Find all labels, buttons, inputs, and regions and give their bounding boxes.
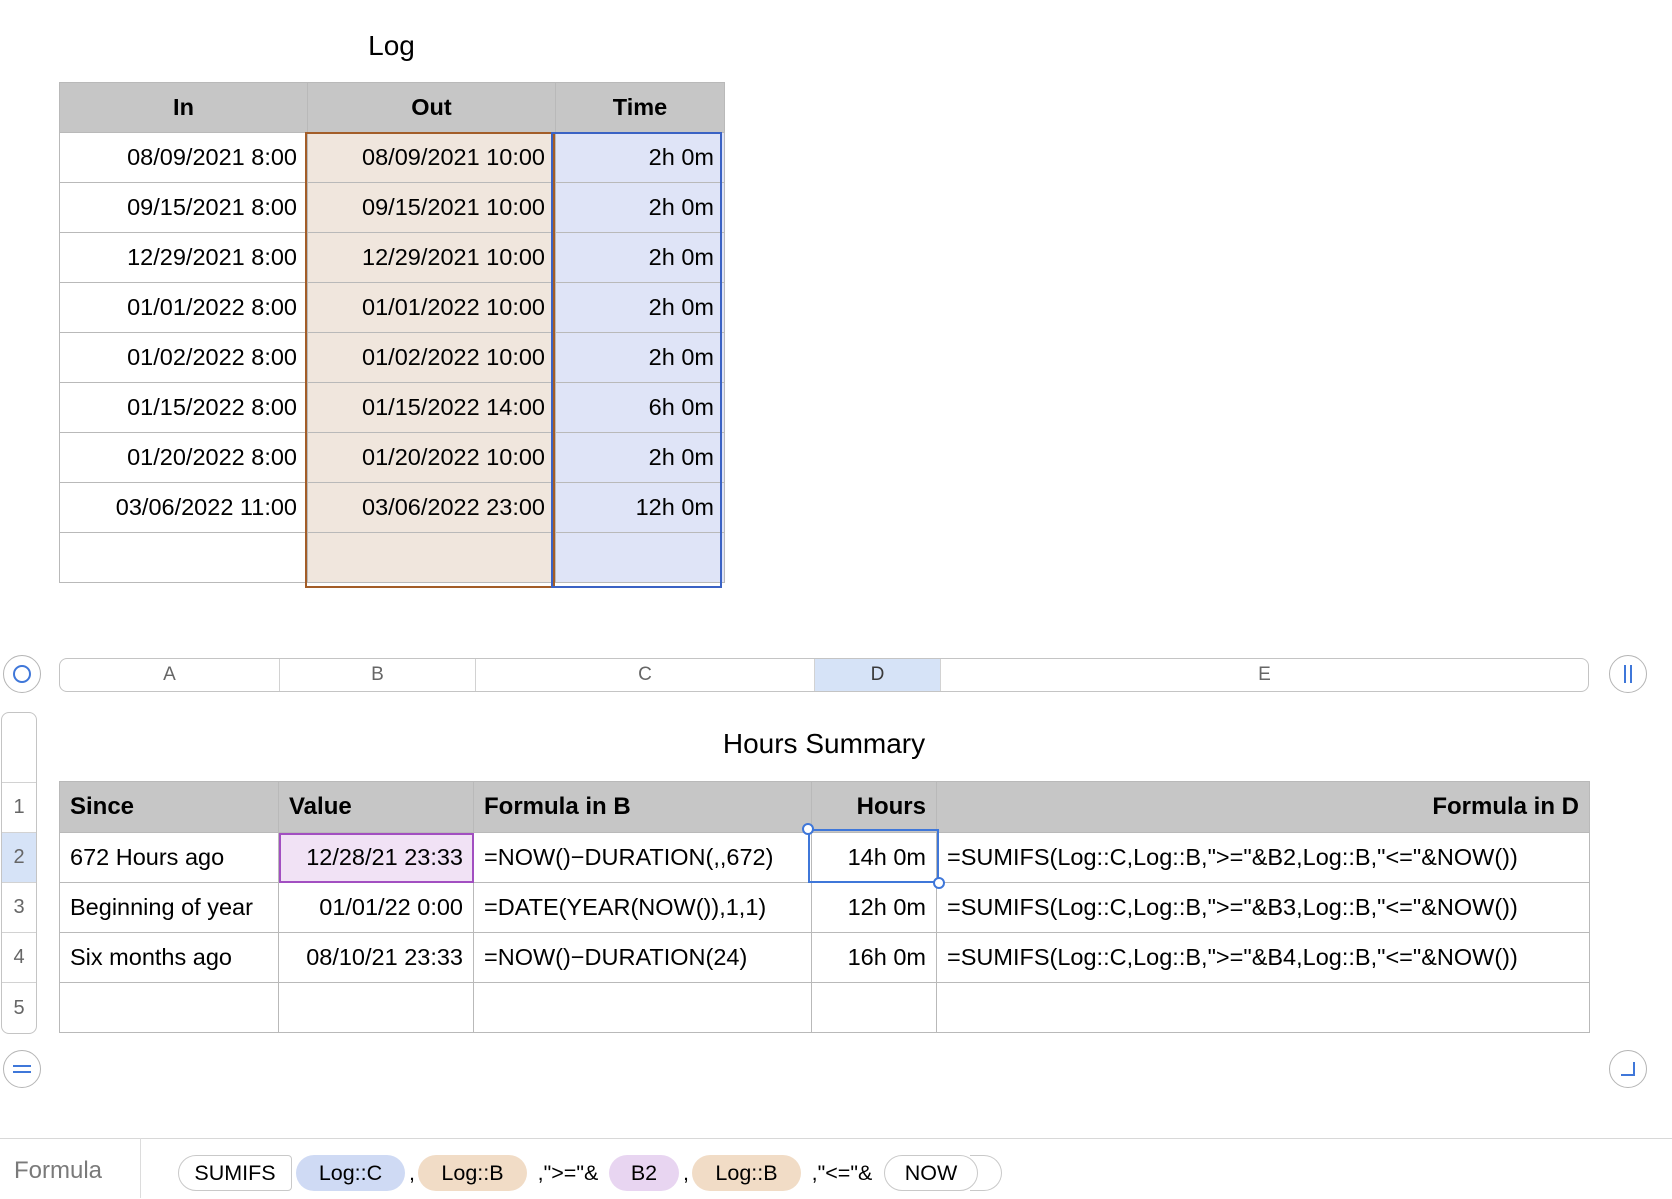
- row-header-2[interactable]: 2: [2, 832, 36, 882]
- summary-header-row: Since Value Formula in B Hours Formula i…: [59, 781, 1590, 833]
- summary-cell-since[interactable]: 672 Hours ago: [59, 832, 279, 883]
- table-row: Beginning of year 01/01/22 0:00 =DATE(YE…: [59, 882, 1590, 933]
- select-table-icon: [13, 665, 31, 683]
- summary-cell-formula-d[interactable]: =SUMIFS(Log::C,Log::B,">="&B3,Log::B,"<=…: [936, 882, 1590, 933]
- summary-header-value[interactable]: Value: [278, 781, 474, 833]
- row-header-1[interactable]: 1: [2, 782, 36, 832]
- formula-text-comma: ,: [409, 1160, 415, 1185]
- log-cell-in[interactable]: [59, 532, 308, 583]
- log-header-out[interactable]: Out: [307, 82, 556, 133]
- resize-table-button[interactable]: [1609, 1050, 1647, 1088]
- resize-table-icon: [1621, 1062, 1635, 1076]
- formula-token-log-b[interactable]: Log::B: [418, 1155, 527, 1191]
- log-c-reference-outline: [551, 132, 722, 588]
- log-table-title: Log: [368, 30, 415, 61]
- formula-token-now[interactable]: NOW: [884, 1155, 978, 1191]
- row-header-3[interactable]: 3: [2, 882, 36, 932]
- column-header-a[interactable]: A: [60, 659, 280, 691]
- summary-cell-since[interactable]: Six months ago: [59, 932, 279, 983]
- summary-cell-since[interactable]: [59, 982, 279, 1033]
- hours-summary-table: Since Value Formula in B Hours Formula i…: [59, 781, 1590, 1033]
- pause-columns-button[interactable]: [1609, 655, 1647, 693]
- column-header-b[interactable]: B: [280, 659, 476, 691]
- select-table-button[interactable]: [3, 655, 41, 693]
- summary-cell-formula-b[interactable]: =DATE(YEAR(NOW()),1,1): [473, 882, 812, 933]
- summary-cell-formula-b[interactable]: =NOW()−DURATION(24): [473, 932, 812, 983]
- formula-token-b2[interactable]: B2: [609, 1155, 679, 1191]
- summary-cell-hours[interactable]: 12h 0m: [811, 882, 937, 933]
- selection-handle-top[interactable]: [802, 823, 814, 835]
- log-cell-in[interactable]: 03/06/2022 11:00: [59, 482, 308, 533]
- formula-token-log-c[interactable]: Log::C: [296, 1155, 405, 1191]
- row-header-bar: 1 2 3 4 5: [1, 712, 37, 1034]
- add-rows-button[interactable]: [3, 1050, 41, 1088]
- row-header-5[interactable]: 5: [2, 982, 36, 1033]
- summary-cell-formula-d[interactable]: =SUMIFS(Log::C,Log::B,">="&B4,Log::B,"<=…: [936, 932, 1590, 983]
- log-header-time[interactable]: Time: [555, 82, 725, 133]
- formula-text-gte: ,">="&: [537, 1160, 599, 1185]
- summary-cell-hours[interactable]: 16h 0m: [811, 932, 937, 983]
- formula-text-comma: ,: [683, 1160, 689, 1185]
- selection-handle-bottom[interactable]: [933, 877, 945, 889]
- pause-columns-icon: [1624, 665, 1632, 683]
- summary-cell-hours[interactable]: [811, 982, 937, 1033]
- log-cell-in[interactable]: 01/20/2022 8:00: [59, 432, 308, 483]
- active-cell-outline: [808, 829, 939, 883]
- log-cell-in[interactable]: 01/02/2022 8:00: [59, 332, 308, 383]
- summary-cell-formula-b[interactable]: =NOW()−DURATION(,,672): [473, 832, 812, 883]
- summary-cell-value[interactable]: [278, 982, 474, 1033]
- row-header-4[interactable]: 4: [2, 932, 36, 982]
- summary-header-since[interactable]: Since: [59, 781, 279, 833]
- formula-label: Formula: [14, 1157, 103, 1184]
- summary-cell-formula-b[interactable]: [473, 982, 812, 1033]
- log-header-in[interactable]: In: [59, 82, 308, 133]
- summary-header-hours[interactable]: Hours: [811, 781, 937, 833]
- summary-cell-value[interactable]: 08/10/21 23:33: [278, 932, 474, 983]
- formula-token-sumifs[interactable]: SUMIFS: [178, 1155, 292, 1191]
- log-b-reference-outline: [305, 132, 555, 588]
- formula-token-log-b[interactable]: Log::B: [692, 1155, 801, 1191]
- formula-text-lte: ,"<="&: [811, 1160, 873, 1185]
- summary-cell-value[interactable]: 01/01/22 0:00: [278, 882, 474, 933]
- log-cell-in[interactable]: 01/15/2022 8:00: [59, 382, 308, 433]
- formula-divider: [140, 1138, 141, 1198]
- log-cell-in[interactable]: 01/01/2022 8:00: [59, 282, 308, 333]
- add-rows-icon: [13, 1065, 31, 1073]
- summary-header-formula-b[interactable]: Formula in B: [473, 781, 812, 833]
- column-header-bar: A B C D E: [59, 658, 1589, 692]
- summary-table-title: Hours Summary: [722, 728, 926, 759]
- summary-cell-formula-d[interactable]: [936, 982, 1590, 1033]
- column-header-d[interactable]: D: [815, 659, 941, 691]
- summary-cell-value[interactable]: 12/28/21 23:33: [278, 832, 474, 883]
- log-cell-in[interactable]: 09/15/2021 8:00: [59, 182, 308, 233]
- log-cell-in[interactable]: 08/09/2021 8:00: [59, 132, 308, 183]
- log-cell-in[interactable]: 12/29/2021 8:00: [59, 232, 308, 283]
- summary-cell-since[interactable]: Beginning of year: [59, 882, 279, 933]
- table-row: Six months ago 08/10/21 23:33 =NOW()−DUR…: [59, 932, 1590, 983]
- summary-header-formula-d[interactable]: Formula in D: [936, 781, 1590, 833]
- column-header-c[interactable]: C: [476, 659, 815, 691]
- log-header-row: In Out Time: [59, 82, 725, 133]
- summary-cell-formula-d[interactable]: =SUMIFS(Log::C,Log::B,">="&B2,Log::B,"<=…: [936, 832, 1590, 883]
- table-row: [59, 982, 1590, 1033]
- column-header-e[interactable]: E: [941, 659, 1588, 691]
